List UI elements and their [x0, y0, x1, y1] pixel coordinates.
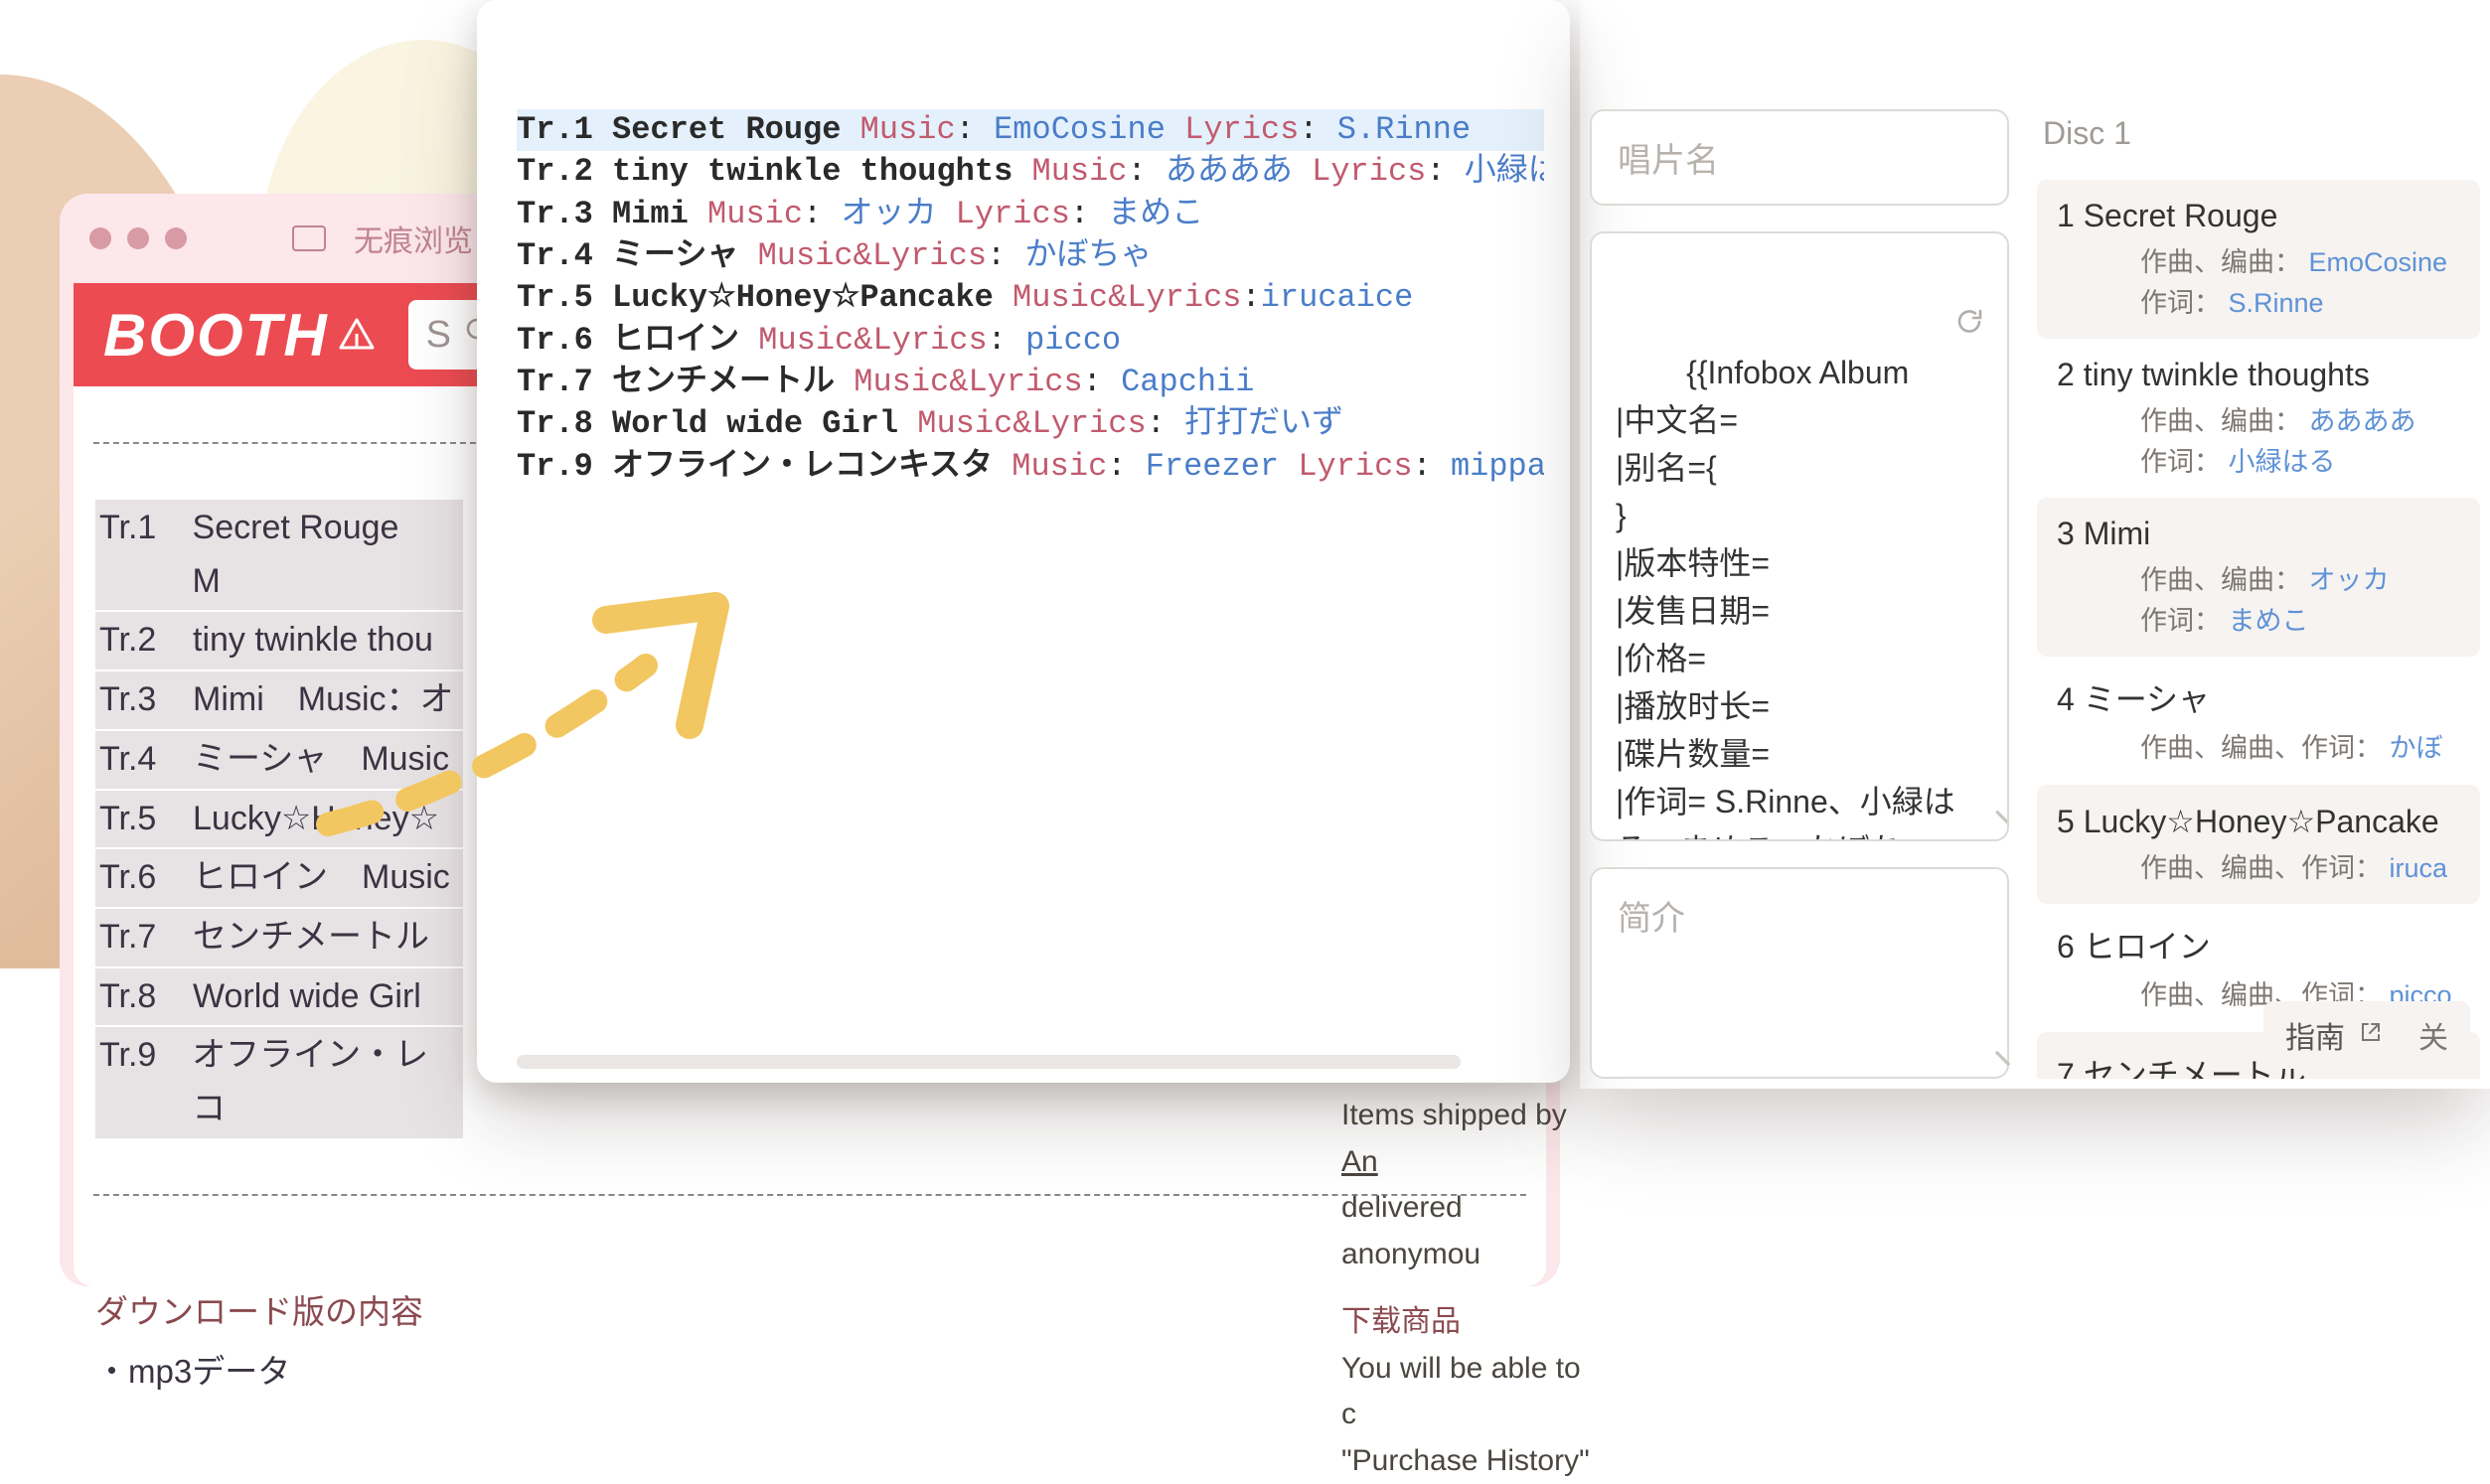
list-item: Tr.1Secret Rouge M	[95, 500, 463, 610]
booth-tent-icon	[335, 314, 379, 357]
infobox-textarea[interactable]: {{Infobox Album |中文名= |别名={ } |版本特性= |发售…	[1590, 231, 2009, 841]
list-item: Tr.4ミーシャ Music	[95, 731, 463, 789]
disc-tracklist: 1 Secret Rouge作曲、编曲： EmoCosine作词： S.Rinn…	[2037, 180, 2480, 1079]
list-item: Tr.7センチメートル	[95, 909, 463, 966]
resize-handle-icon[interactable]: |||	[1993, 1051, 2009, 1067]
resize-handle-icon[interactable]: |||	[1990, 809, 2009, 829]
list-item: Tr.6ヒロイン Music	[95, 849, 463, 907]
metadata-panel: 唱片名 {{Infobox Album |中文名= |别名={ } |版本特性=…	[1580, 0, 2490, 1089]
text-editor-card: Tr.1 Secret Rouge Music: EmoCosine Lyric…	[477, 0, 1570, 1083]
disc-header: Disc 1	[2043, 115, 2480, 152]
external-link-icon	[2359, 1018, 2383, 1052]
intro-textarea[interactable]: 简介 |||	[1590, 867, 2009, 1079]
private-browsing-label: 无痕浏览	[354, 217, 473, 260]
editor-line[interactable]: Tr.3 Mimi Music: オッカ Lyrics: まめこ	[517, 194, 1544, 235]
booth-logo[interactable]: BOOTH	[103, 301, 329, 370]
list-item: Tr.3Mimi Music：オ	[95, 671, 463, 729]
disc-track-item[interactable]: 1 Secret Rouge作曲、编曲： EmoCosine作词： S.Rinn…	[2037, 180, 2480, 339]
editor-line[interactable]: Tr.2 tiny twinkle thoughts Music: ああああ L…	[517, 151, 1544, 193]
editor-line[interactable]: Tr.8 World wide Girl Music&Lyrics: 打打だいず	[517, 403, 1544, 445]
disc-track-item[interactable]: 2 tiny twinkle thoughts作曲、编曲： ああああ作词： 小緑…	[2037, 339, 2480, 498]
guide-pill[interactable]: 指南 关	[2263, 1001, 2470, 1069]
editor-line[interactable]: Tr.5 Lucky☆Honey☆Pancake Music&Lyrics:ir…	[517, 277, 1544, 319]
editor-line[interactable]: Tr.9 オフライン・レコンキスタ Music: Freezer Lyrics:…	[517, 446, 1544, 488]
window-controls[interactable]	[89, 227, 187, 249]
download-line: ・mp3データ	[95, 1345, 1524, 1393]
refresh-icon[interactable]	[1865, 255, 1985, 398]
editor-line[interactable]: Tr.1 Secret Rouge Music: EmoCosine Lyric…	[517, 109, 1544, 151]
infobox-text: {{Infobox Album |中文名= |别名={ } |版本特性= |发售…	[1616, 355, 1974, 841]
search-text: S	[426, 314, 451, 357]
page-text-peek: Items shipped by An delivered anonymou 下…	[1341, 1093, 1600, 1484]
list-item: Tr.9オフライン・レコ	[95, 1027, 463, 1137]
sidebar-toggle-icon[interactable]	[292, 225, 326, 251]
download-heading: ダウンロード版の内容	[95, 1285, 1524, 1333]
list-item: Tr.2tiny twinkle thou	[95, 612, 463, 669]
disc-track-item[interactable]: 4 ミーシャ作曲、编曲、作词： かぼ	[2037, 657, 2480, 785]
album-name-input[interactable]: 唱片名	[1590, 109, 2009, 206]
disc-track-item[interactable]: 5 Lucky☆Honey☆Pancake作曲、编曲、作词： iruca	[2037, 785, 2480, 905]
editor-line[interactable]: Tr.4 ミーシャ Music&Lyrics: かぼちゃ	[517, 235, 1544, 277]
editor-line[interactable]: Tr.6 ヒロイン Music&Lyrics: picco	[517, 320, 1544, 362]
editor-scrollbar[interactable]	[517, 1055, 1461, 1069]
close-label[interactable]: 关	[2418, 1013, 2448, 1057]
editor-content[interactable]: Tr.1 Secret Rouge Music: EmoCosine Lyric…	[517, 109, 1544, 488]
list-item: Tr.8World wide Girl	[95, 968, 463, 1026]
list-item: Tr.5Lucky☆Honey☆	[95, 791, 463, 848]
editor-line[interactable]: Tr.7 センチメートル Music&Lyrics: Capchii	[517, 362, 1544, 403]
disc-track-item[interactable]: 3 Mimi作曲、编曲： オッカ作词： まめこ	[2037, 498, 2480, 657]
divider	[93, 1194, 1526, 1196]
